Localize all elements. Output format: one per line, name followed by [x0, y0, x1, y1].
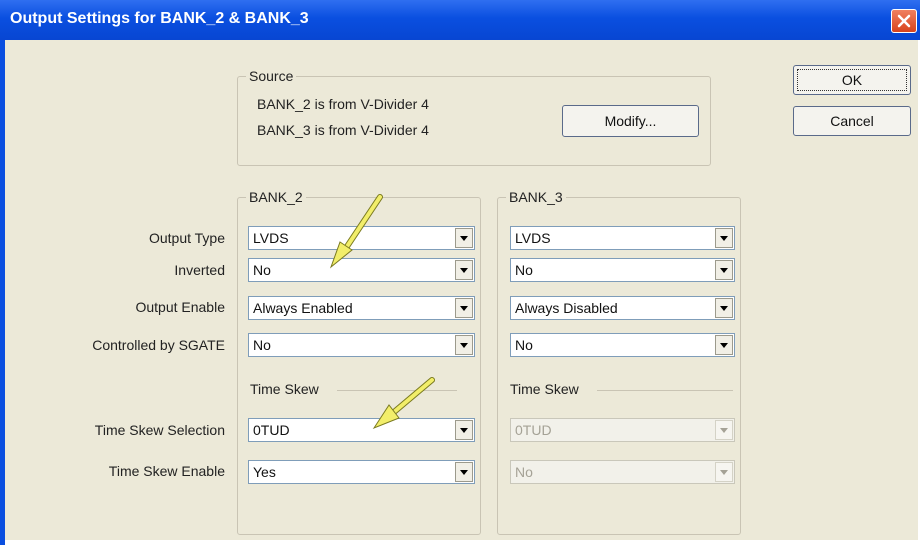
annotation-arrows — [329, 194, 435, 430]
output-settings-dialog: Output Settings for BANK_2 & BANK_3 Sour… — [0, 0, 920, 545]
annotation-arrow-icon — [372, 377, 435, 430]
annotation-arrow-icon — [329, 194, 383, 269]
